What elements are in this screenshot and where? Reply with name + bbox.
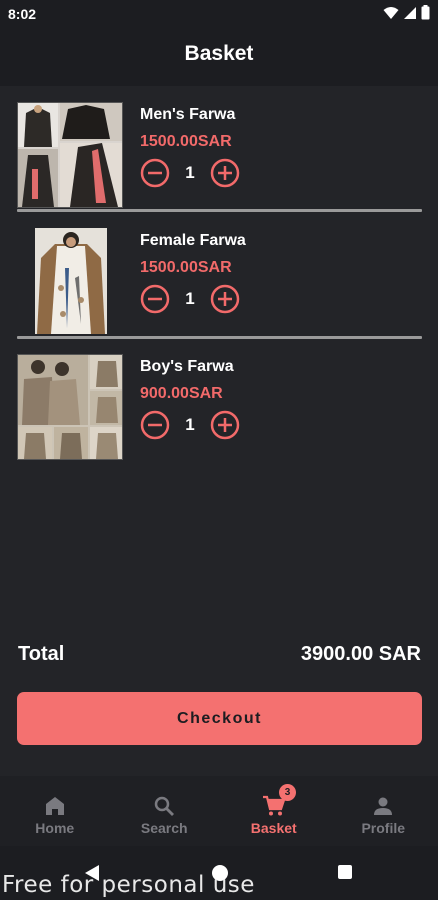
wifi-icon: [383, 6, 399, 19]
item-price: 1500.00SAR: [140, 133, 232, 150]
quantity-value: 1: [185, 289, 195, 308]
decrease-quantity-button[interactable]: [140, 410, 170, 440]
product-image: [35, 228, 107, 334]
total-label: Total: [18, 643, 65, 665]
quantity-stepper: 1: [140, 284, 250, 314]
quantity-value: 1: [185, 415, 195, 434]
decrease-quantity-button[interactable]: [140, 158, 170, 188]
app-bar: Basket: [0, 28, 438, 86]
total-value: 3900.00 SAR: [300, 643, 421, 665]
nav-label: Home: [35, 820, 75, 836]
item-name: Men's Farwa: [140, 106, 236, 123]
person-icon: [374, 797, 393, 815]
nav-item-basket[interactable]: 3 Basket: [219, 776, 329, 846]
status-bar: 8:02: [0, 0, 438, 28]
search-icon: [155, 796, 175, 816]
increase-quantity-button[interactable]: [210, 284, 240, 314]
nav-item-search[interactable]: Search: [110, 776, 220, 846]
decrease-quantity-button[interactable]: [140, 284, 170, 314]
nav-item-profile[interactable]: Profile: [329, 776, 438, 846]
nav-item-home[interactable]: Home: [0, 776, 110, 846]
product-image: [17, 102, 123, 208]
status-icons: [383, 5, 430, 20]
nav-label: Basket: [250, 820, 297, 836]
item-name: Boy's Farwa: [140, 358, 234, 375]
quantity-value: 1: [185, 163, 195, 182]
signal-icon: [404, 6, 416, 19]
item-divider: [17, 209, 422, 212]
nav-label: Profile: [361, 820, 406, 836]
basket-content: Men's Farwa 1500.00SAR 1 Female Farwa 15…: [0, 86, 438, 776]
bottom-navigation: Home Search 3 Basket Profile: [0, 776, 438, 846]
cart-count-badge: 3: [279, 784, 296, 801]
home-icon: [45, 797, 64, 815]
checkout-button[interactable]: Checkout: [17, 692, 422, 745]
nav-label: Search: [140, 820, 188, 836]
watermark-text: Free for personal use: [2, 872, 255, 898]
status-time: 8:02: [8, 6, 37, 22]
item-divider: [17, 336, 422, 339]
increase-quantity-button[interactable]: [210, 410, 240, 440]
product-image: [17, 354, 123, 460]
battery-icon: [421, 5, 430, 20]
item-price: 1500.00SAR: [140, 259, 232, 276]
item-name: Female Farwa: [140, 232, 246, 249]
item-price: 900.00SAR: [140, 385, 223, 402]
cart-item: Boy's Farwa 900.00SAR 1: [16, 354, 422, 480]
quantity-stepper: 1: [140, 158, 250, 188]
increase-quantity-button[interactable]: [210, 158, 240, 188]
quantity-stepper: 1: [140, 410, 250, 440]
page-title: Basket: [184, 42, 254, 65]
recents-icon[interactable]: [337, 864, 353, 880]
